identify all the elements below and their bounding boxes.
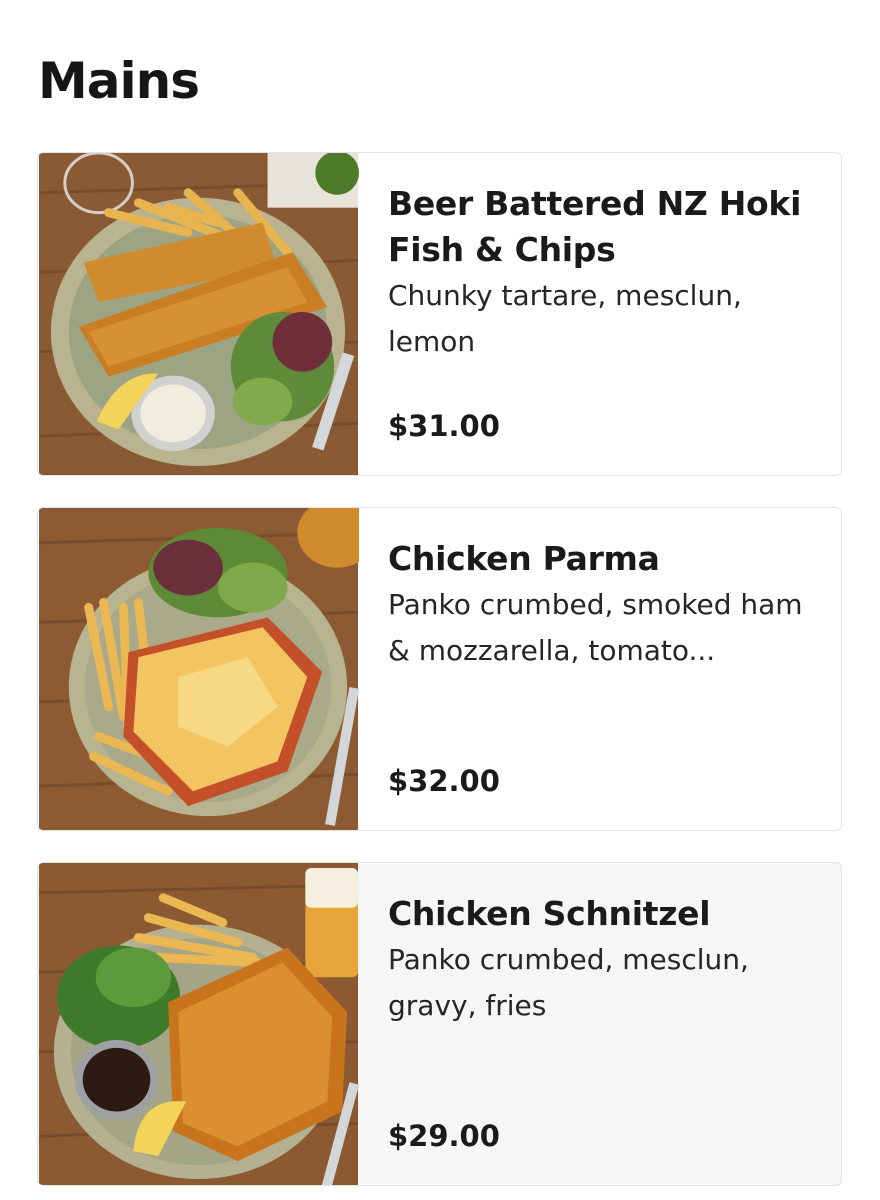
chicken-parma-photo [38,508,359,830]
item-price: $32.00 [388,764,500,798]
fish-and-chips-photo [38,153,359,475]
item-name: Chicken Parma [388,539,660,578]
chicken-schnitzel-photo [38,863,359,1185]
item-name: Beer Battered NZ Hoki Fish & Chips [388,184,802,269]
item-description: Chunky tartare, mesclun, lemon [388,279,742,358]
menu-item-fish-chips[interactable]: Beer Battered NZ Hoki Fish & Chips Chunk… [37,152,842,476]
item-description: Panko crumbed, smoked ham & mozzarella, … [388,588,803,667]
menu-item-chicken-parma[interactable]: Chicken Parma Panko crumbed, smoked ham … [37,507,842,831]
menu-item-chicken-schnitzel[interactable]: Chicken Schnitzel Panko crumbed, mesclun… [37,862,842,1186]
item-price: $29.00 [388,1119,500,1153]
item-description: Panko crumbed, mesclun, gravy, fries [388,943,749,1022]
item-name: Chicken Schnitzel [388,894,711,933]
section-title: Mains [38,52,200,110]
item-price: $31.00 [388,409,500,443]
